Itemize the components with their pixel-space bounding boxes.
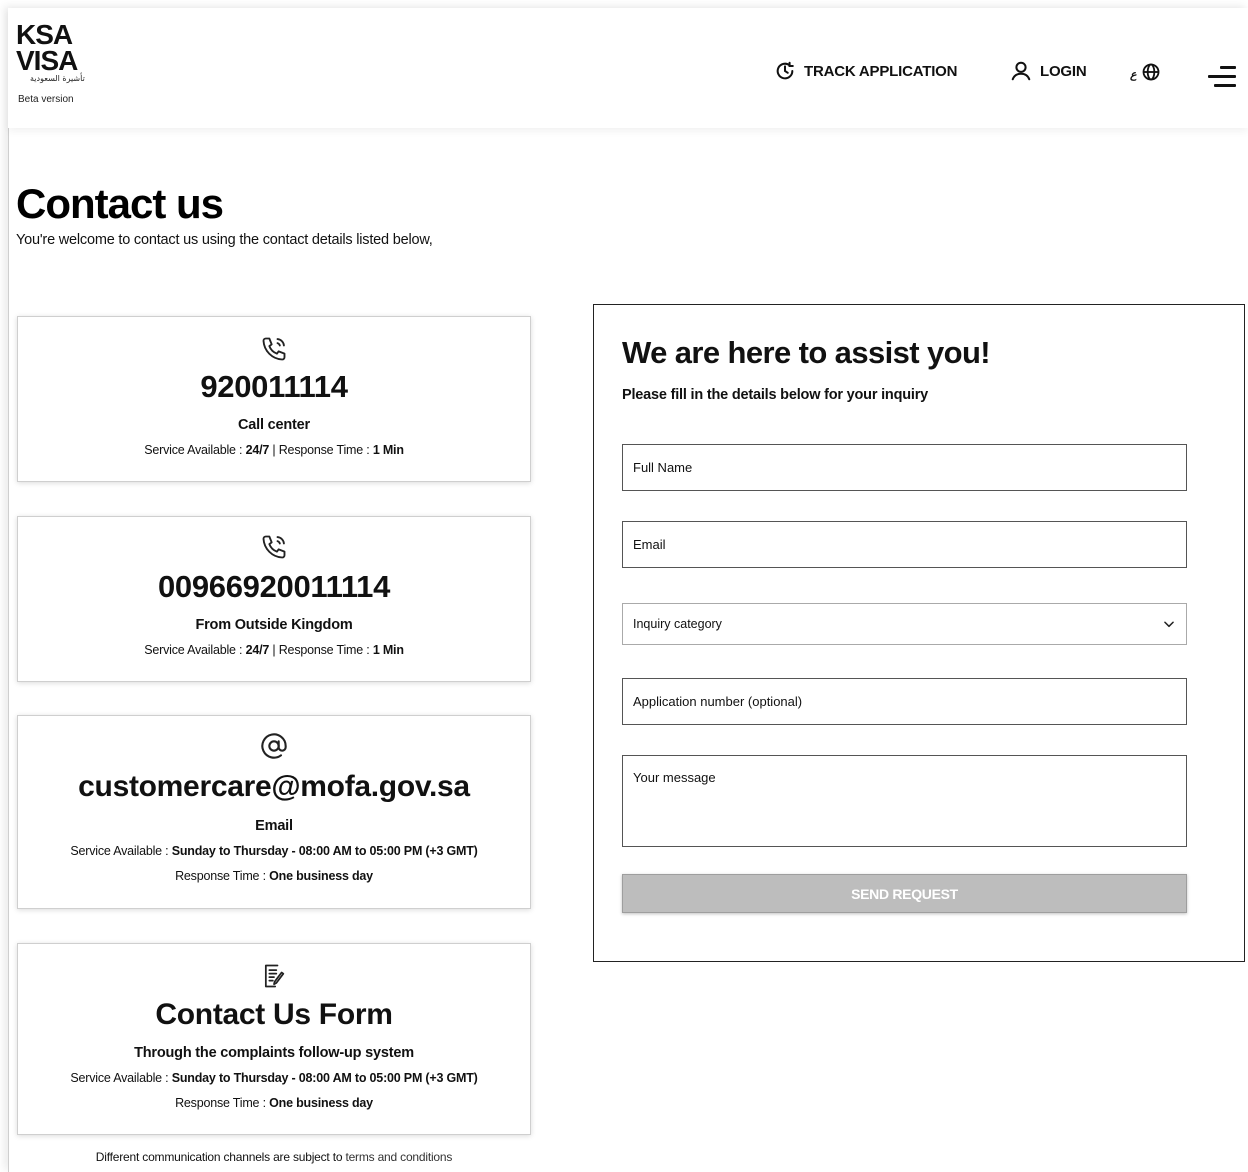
email-response-time: Response Time : One business day xyxy=(175,869,373,883)
language-switcher[interactable]: ع xyxy=(1130,62,1161,82)
email-label: Email xyxy=(255,818,293,834)
contact-form-service-info: Service Available : Sunday to Thursday -… xyxy=(70,1071,478,1085)
contact-form-title: Contact Us Form xyxy=(155,998,393,1031)
call-center-number[interactable]: 920011114 xyxy=(18,369,530,405)
email-address[interactable]: customercare@mofa.gov.sa xyxy=(18,770,530,804)
track-application-label: TRACK APPLICATION xyxy=(804,62,958,80)
form-title: We are here to assist you! xyxy=(622,335,991,370)
outside-kingdom-service-info: Service Available : 24/7 | Response Time… xyxy=(144,643,404,657)
chevron-down-icon xyxy=(1164,621,1174,628)
page-title: Contact us xyxy=(16,180,224,227)
beta-version-label: Beta version xyxy=(18,94,74,105)
inquiry-category-select[interactable]: Inquiry category xyxy=(622,603,1187,645)
call-center-service-info: Service Available : 24/7 | Response Time… xyxy=(144,443,404,457)
inquiry-form-panel: We are here to assist you! Please fill i… xyxy=(593,304,1245,962)
user-icon xyxy=(1011,61,1031,81)
logo-arabic-text: تأشيرة السعودية xyxy=(30,74,85,83)
globe-icon xyxy=(1142,63,1159,81)
track-clock-icon xyxy=(776,61,794,80)
contact-form-response-time: Response Time : One business day xyxy=(175,1096,373,1110)
email-service-info: Service Available : Sunday to Thursday -… xyxy=(70,844,478,858)
phone-call-icon xyxy=(262,535,286,559)
hamburger-menu-icon[interactable] xyxy=(1208,66,1236,88)
contact-form-card[interactable]: Contact Us Form Through the complaints f… xyxy=(17,943,531,1135)
inquiry-category-value: Inquiry category xyxy=(633,617,722,631)
form-edit-icon xyxy=(264,964,285,988)
outside-kingdom-label: From Outside Kingdom xyxy=(195,617,353,633)
message-textarea[interactable] xyxy=(622,755,1187,847)
application-number-input[interactable] xyxy=(622,678,1187,725)
terms-footnote: Different communication channels are sub… xyxy=(95,1150,453,1164)
language-label: ع xyxy=(1130,68,1137,81)
at-sign-icon xyxy=(261,733,287,759)
contact-form-label: Through the complaints follow-up system xyxy=(134,1045,414,1061)
logo-line-2: VISA xyxy=(16,45,78,76)
track-application-link[interactable]: TRACK APPLICATION xyxy=(774,60,957,82)
phone-call-icon xyxy=(262,337,286,361)
page-subtitle: You're welcome to contact us using the c… xyxy=(16,232,433,248)
outside-kingdom-number[interactable]: 00966920011114 xyxy=(18,569,530,605)
form-subtitle: Please fill in the details below for you… xyxy=(622,387,929,403)
full-name-input[interactable] xyxy=(622,444,1187,491)
site-header: KSA VISA تأشيرة السعودية Beta version TR… xyxy=(8,8,1248,128)
email-card: customercare@mofa.gov.sa Email Service A… xyxy=(17,715,531,909)
send-request-button[interactable]: SEND REQUEST xyxy=(622,874,1187,913)
call-center-card: 920011114 Call center Service Available … xyxy=(17,316,531,482)
login-label: LOGIN xyxy=(1040,62,1087,80)
email-input[interactable] xyxy=(622,521,1187,568)
terms-and-conditions-link[interactable]: terms and conditions xyxy=(345,1150,452,1164)
outside-kingdom-card: 00966920011114 From Outside Kingdom Serv… xyxy=(17,516,531,682)
login-link[interactable]: LOGIN xyxy=(1010,60,1087,82)
ksa-visa-logo[interactable]: KSA VISA تأشيرة السعودية Beta version xyxy=(16,21,116,106)
call-center-label: Call center xyxy=(238,417,310,433)
